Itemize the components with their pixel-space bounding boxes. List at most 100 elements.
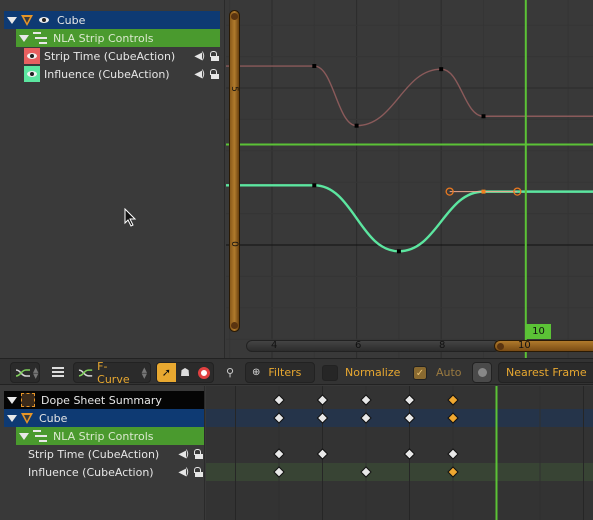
tool-button-group: ➚ ☗ bbox=[156, 362, 214, 383]
snap-dot-icon bbox=[477, 368, 487, 377]
snap-label: Nearest Frame bbox=[506, 366, 587, 379]
row-highlight-influence bbox=[206, 463, 593, 481]
ghost-icon[interactable]: ☗ bbox=[176, 363, 195, 382]
strip-time-curve bbox=[226, 65, 593, 127]
filters-button[interactable]: ⊕ Filters bbox=[245, 362, 315, 383]
channel-influence[interactable]: Influence (CubeAction) ◀) bbox=[24, 65, 220, 83]
x-tick-label: 6 bbox=[355, 340, 362, 351]
x-tick-label: 10 bbox=[518, 340, 531, 351]
channel-color-swatch[interactable] bbox=[24, 48, 40, 64]
keyframe-point bbox=[354, 123, 359, 128]
eye-icon bbox=[27, 53, 37, 59]
graph-channel-list: Cube NLA Strip Controls Strip Time (Cube… bbox=[0, 0, 225, 358]
auto-checkbox[interactable]: ✓ bbox=[413, 366, 427, 380]
channel-cube[interactable]: Cube bbox=[4, 11, 220, 29]
hamburger-icon[interactable] bbox=[52, 367, 64, 377]
eye-icon bbox=[27, 71, 37, 77]
keyframe-diamond bbox=[403, 394, 416, 406]
keyframe-point bbox=[312, 183, 317, 188]
channel-influence[interactable]: Influence (CubeAction) ◀) bbox=[28, 463, 204, 481]
lock-icon[interactable] bbox=[210, 51, 219, 61]
plus-icon: ⊕ bbox=[252, 367, 261, 378]
keyframe-point bbox=[439, 67, 444, 72]
dropdown-arrows-icon: ▲ ▼ bbox=[141, 365, 147, 380]
keyframe-diamond bbox=[447, 448, 459, 460]
normalize-checkbox[interactable] bbox=[322, 365, 338, 381]
selected-keyframe-diamond bbox=[447, 394, 459, 406]
scroll-handle-top[interactable] bbox=[231, 13, 238, 20]
horizontal-scrollbar-track[interactable] bbox=[246, 340, 500, 352]
expand-triangle-icon[interactable] bbox=[7, 414, 17, 422]
lock-icon[interactable] bbox=[210, 69, 219, 79]
keyframe-diamond bbox=[273, 448, 285, 460]
channel-label: Influence (CubeAction) bbox=[28, 465, 154, 479]
speaker-icon[interactable]: ◀) bbox=[194, 69, 205, 80]
keyframe-point bbox=[481, 114, 486, 119]
snap-toggle[interactable] bbox=[472, 362, 492, 383]
speaker-icon[interactable]: ◀) bbox=[178, 467, 189, 478]
select-cursor-icon[interactable]: ➚ bbox=[157, 363, 176, 382]
keyframe-diamond bbox=[403, 448, 416, 460]
dopesheet-canvas[interactable] bbox=[206, 386, 593, 520]
y-tick-label: 5 bbox=[228, 86, 239, 92]
channel-dopesheet-summary[interactable]: Dope Sheet Summary bbox=[4, 391, 204, 409]
channel-color-swatch[interactable] bbox=[24, 66, 40, 82]
channel-label: Strip Time (CubeAction) bbox=[28, 447, 160, 461]
graph-editor-icon bbox=[15, 368, 30, 377]
nla-icon bbox=[33, 430, 47, 442]
keyframe-diamond bbox=[360, 394, 372, 406]
current-frame-badge[interactable]: 10 bbox=[526, 324, 551, 339]
auto-label: Auto bbox=[436, 366, 462, 379]
keyframe-diamond bbox=[316, 448, 329, 460]
channel-label: Strip Time (CubeAction) bbox=[44, 49, 176, 63]
influence-curve bbox=[226, 184, 593, 253]
horizontal-scrollbar[interactable] bbox=[494, 340, 593, 352]
mode-label: F-Curve bbox=[97, 359, 130, 386]
channel-cube[interactable]: Cube bbox=[4, 409, 204, 427]
channel-label: NLA Strip Controls bbox=[53, 429, 154, 443]
mode-dropdown[interactable]: F-Curve ▲ ▼ bbox=[73, 359, 151, 386]
keyframe-diamond bbox=[316, 394, 329, 406]
magnifier-icon[interactable]: ⚲ bbox=[220, 362, 240, 383]
speaker-icon[interactable]: ◀) bbox=[194, 51, 205, 62]
lock-icon[interactable] bbox=[194, 449, 203, 459]
mouse-cursor-icon bbox=[124, 208, 137, 227]
editor-type-button[interactable]: ▲ ▼ bbox=[10, 362, 40, 383]
scroll-handle-bottom[interactable] bbox=[231, 322, 238, 329]
channel-nla-strip-controls[interactable]: NLA Strip Controls bbox=[16, 29, 220, 47]
x-tick-label: 4 bbox=[271, 340, 278, 351]
graph-view[interactable] bbox=[226, 0, 593, 358]
dopesheet-view[interactable] bbox=[206, 386, 593, 520]
selected-keyframe-point bbox=[481, 189, 486, 194]
graph-canvas[interactable] bbox=[226, 0, 593, 358]
row-highlight-cube bbox=[206, 409, 593, 427]
lock-icon[interactable] bbox=[194, 467, 203, 477]
summary-icon bbox=[21, 393, 35, 407]
channel-label: Dope Sheet Summary bbox=[41, 393, 162, 407]
lifebuoy-icon[interactable] bbox=[194, 363, 213, 382]
channel-strip-time[interactable]: Strip Time (CubeAction) ◀) bbox=[28, 445, 204, 463]
graph-editor-header: ▲ ▼ F-Curve ▲ ▼ ➚ ☗ ⚲ ⊕ Filters Normalize … bbox=[0, 358, 593, 386]
expand-triangle-icon[interactable] bbox=[19, 34, 29, 42]
channel-strip-time[interactable]: Strip Time (CubeAction) ◀) bbox=[24, 47, 220, 65]
scroll-handle-left[interactable] bbox=[497, 343, 504, 350]
dropdown-arrows-icon: ▲ ▼ bbox=[33, 365, 39, 380]
speaker-icon[interactable]: ◀) bbox=[178, 449, 189, 460]
channel-label: Influence (CubeAction) bbox=[44, 67, 170, 81]
expand-triangle-icon[interactable] bbox=[7, 396, 17, 404]
expand-triangle-icon[interactable] bbox=[19, 432, 29, 440]
channel-label: NLA Strip Controls bbox=[53, 31, 154, 45]
x-tick-label: 8 bbox=[439, 340, 446, 351]
eye-icon[interactable] bbox=[39, 17, 49, 23]
vertical-scrollbar[interactable]: 5 0 bbox=[229, 10, 240, 332]
fcurve-icon bbox=[78, 368, 93, 377]
channel-label: Cube bbox=[39, 411, 68, 425]
filters-label: Filters bbox=[268, 366, 302, 379]
channel-label: Cube bbox=[57, 13, 86, 27]
keyframe-diamond bbox=[273, 394, 285, 406]
snap-dropdown[interactable]: Nearest Frame bbox=[498, 362, 593, 383]
expand-triangle-icon[interactable] bbox=[7, 16, 17, 24]
keyframe-point bbox=[312, 64, 317, 69]
channel-nla-strip-controls[interactable]: NLA Strip Controls bbox=[16, 427, 204, 445]
object-icon bbox=[21, 412, 33, 424]
